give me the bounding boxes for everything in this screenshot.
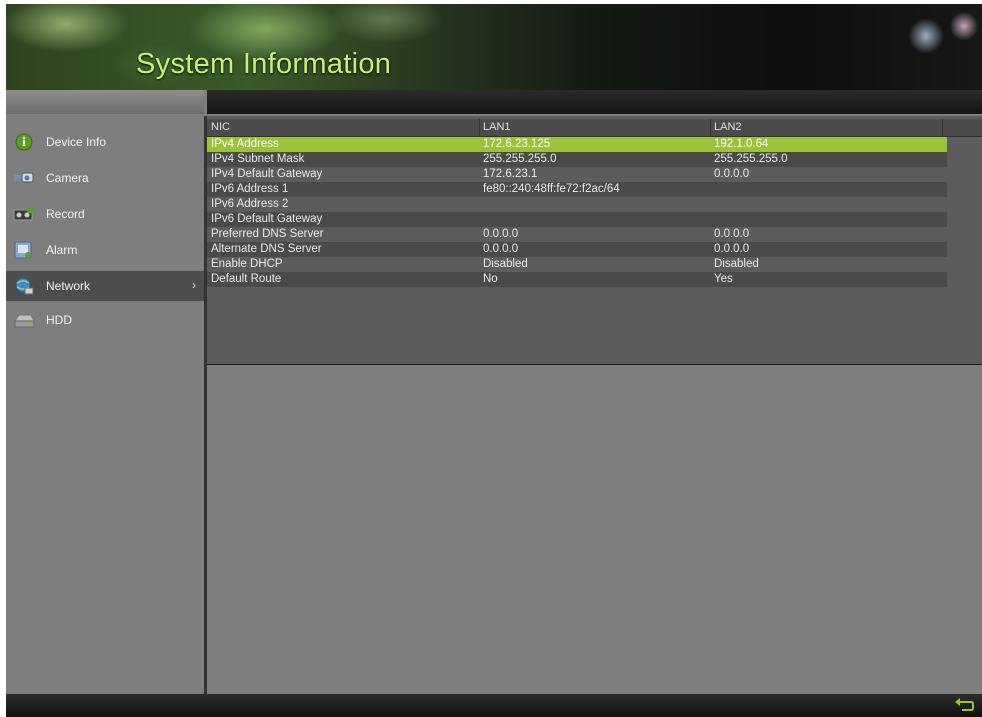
info-icon: [15, 133, 33, 151]
page-title: System Information: [136, 48, 392, 80]
sidebar-item-label: Record: [46, 207, 85, 221]
table-row[interactable]: IPv4 Address 172.6.23.125 192.1.0.64: [207, 137, 947, 152]
table-row[interactable]: Alternate DNS Server 0.0.0.0 0.0.0.0: [207, 242, 947, 257]
app-window: System Information Device Info Camera Re…: [6, 4, 982, 717]
content-top-bar: [207, 90, 982, 114]
sidebar-top-bar: [6, 90, 204, 114]
sidebar-item-alarm[interactable]: Alarm: [6, 232, 204, 268]
column-header-lan2: LAN2: [714, 121, 742, 133]
network-icon: [15, 277, 34, 295]
table-row[interactable]: IPv6 Address 2: [207, 197, 947, 212]
record-icon: [13, 207, 34, 221]
sidebar-item-label: Network: [46, 279, 91, 293]
sidebar-item-record[interactable]: Record: [6, 196, 204, 232]
column-header-nic: NIC: [211, 121, 230, 133]
table-row[interactable]: IPv6 Default Gateway: [207, 212, 947, 227]
table-row[interactable]: Enable DHCP Disabled Disabled: [207, 257, 947, 272]
sidebar: Device Info Camera Record Alarm Network …: [6, 116, 207, 694]
column-header-lan1: LAN1: [483, 121, 511, 133]
sidebar-item-network[interactable]: Network ›: [6, 271, 204, 301]
sidebar-item-label: Camera: [46, 171, 89, 185]
sidebar-item-hdd[interactable]: HDD: [6, 302, 204, 338]
header-banner: System Information: [6, 4, 982, 90]
table-row[interactable]: Preferred DNS Server 0.0.0.0 0.0.0.0: [207, 227, 947, 242]
network-info-table: NIC LAN1 LAN2 IPv4 Address 172.6.23.125 …: [207, 116, 982, 365]
sidebar-item-label: Device Info: [46, 135, 107, 149]
bottom-bar: [6, 694, 982, 717]
table-row[interactable]: IPv4 Subnet Mask 255.255.255.0 255.255.2…: [207, 152, 947, 167]
table-row[interactable]: IPv6 Address 1 fe80::240:48ff:fe72:f2ac/…: [207, 182, 947, 197]
back-arrow-icon[interactable]: [954, 698, 974, 712]
chevron-right-icon: ›: [192, 278, 196, 292]
table-row[interactable]: Default Route No Yes: [207, 272, 947, 287]
alarm-icon: [14, 241, 32, 259]
sidebar-item-label: HDD: [46, 313, 72, 327]
content-panel: NIC LAN1 LAN2 IPv4 Address 172.6.23.125 …: [207, 116, 982, 694]
hdd-icon: [14, 314, 35, 328]
sidebar-item-camera[interactable]: Camera: [6, 160, 204, 196]
table-row[interactable]: IPv4 Default Gateway 172.6.23.1 0.0.0.0: [207, 167, 947, 182]
sidebar-item-label: Alarm: [46, 243, 78, 257]
table-header: NIC LAN1 LAN2: [207, 119, 982, 137]
sidebar-item-device-info[interactable]: Device Info: [6, 124, 204, 160]
camera-icon: [14, 172, 34, 183]
